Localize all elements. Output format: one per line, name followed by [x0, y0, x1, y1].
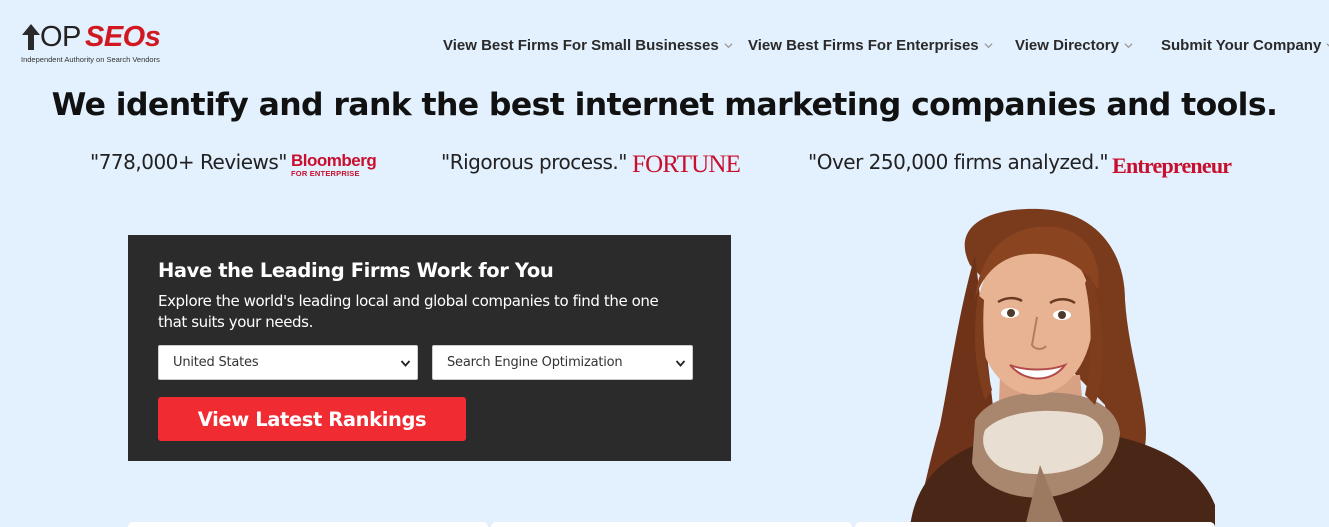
- press-quote-bloomberg: "778,000+ Reviews" Bloomberg FOR ENTERPR…: [90, 148, 377, 182]
- feature-card: [491, 522, 852, 527]
- feature-card: [854, 522, 1215, 527]
- feature-cards-row: [128, 522, 1215, 527]
- nav-label: View Best Firms For Small Businesses: [443, 36, 719, 54]
- chevron-down-icon: [1124, 42, 1133, 48]
- nav-label: View Best Firms For Enterprises: [748, 36, 979, 54]
- logo-op-text: OP: [40, 21, 81, 53]
- country-select[interactable]: United States: [158, 345, 418, 380]
- quote-text: "Rigorous process.": [441, 150, 627, 174]
- feature-card: [128, 522, 489, 527]
- nav-item-submit-company[interactable]: Submit Your Company: [1161, 34, 1329, 56]
- panel-description: Explore the world's leading local and gl…: [158, 292, 659, 331]
- logo-seos-text: SEOs: [85, 21, 161, 53]
- find-firms-panel: Have the Leading Firms Work for You Expl…: [128, 235, 731, 461]
- service-select-value: Search Engine Optimization: [447, 355, 623, 370]
- country-select-value: United States: [173, 355, 259, 370]
- page-headline: We identify and rank the best internet m…: [51, 87, 1278, 123]
- quote-text: "778,000+ Reviews": [90, 150, 288, 174]
- view-latest-rankings-button[interactable]: View Latest Rankings: [158, 397, 466, 441]
- nav-label: Submit Your Company: [1161, 36, 1322, 54]
- nav-item-enterprises[interactable]: View Best Firms For Enterprises: [748, 34, 993, 56]
- chevron-down-icon: [400, 360, 411, 367]
- service-select[interactable]: Search Engine Optimization: [432, 345, 693, 380]
- quote-text: "Over 250,000 firms analyzed.": [808, 150, 1109, 174]
- logo-tagline: Independent Authority on Search Vendors: [21, 55, 160, 64]
- arrow-up-icon: [22, 24, 40, 50]
- nav-item-directory[interactable]: View Directory: [1015, 34, 1133, 56]
- entrepreneur-logo: Entrepreneur: [1112, 153, 1232, 178]
- press-quote-entrepreneur: "Over 250,000 firms analyzed." Entrepren…: [808, 148, 1232, 182]
- chevron-down-icon: [984, 42, 993, 48]
- site-header: OP SEOs Independent Authority on Search …: [0, 0, 1329, 80]
- woman-photo: [910, 208, 1215, 527]
- nav-label: View Directory: [1015, 36, 1119, 54]
- panel-title: Have the Leading Firms Work for You: [158, 259, 554, 282]
- chevron-down-icon: [675, 360, 686, 367]
- fortune-logo: FORTUNE: [631, 151, 741, 178]
- topseos-logo[interactable]: OP SEOs Independent Authority on Search …: [20, 21, 180, 68]
- bloomberg-logo: Bloomberg FOR ENTERPRISE: [291, 151, 377, 178]
- nav-item-small-business[interactable]: View Best Firms For Small Businesses: [443, 34, 733, 56]
- press-quote-fortune: "Rigorous process." FORTUNE: [441, 148, 741, 182]
- chevron-down-icon: [724, 42, 733, 48]
